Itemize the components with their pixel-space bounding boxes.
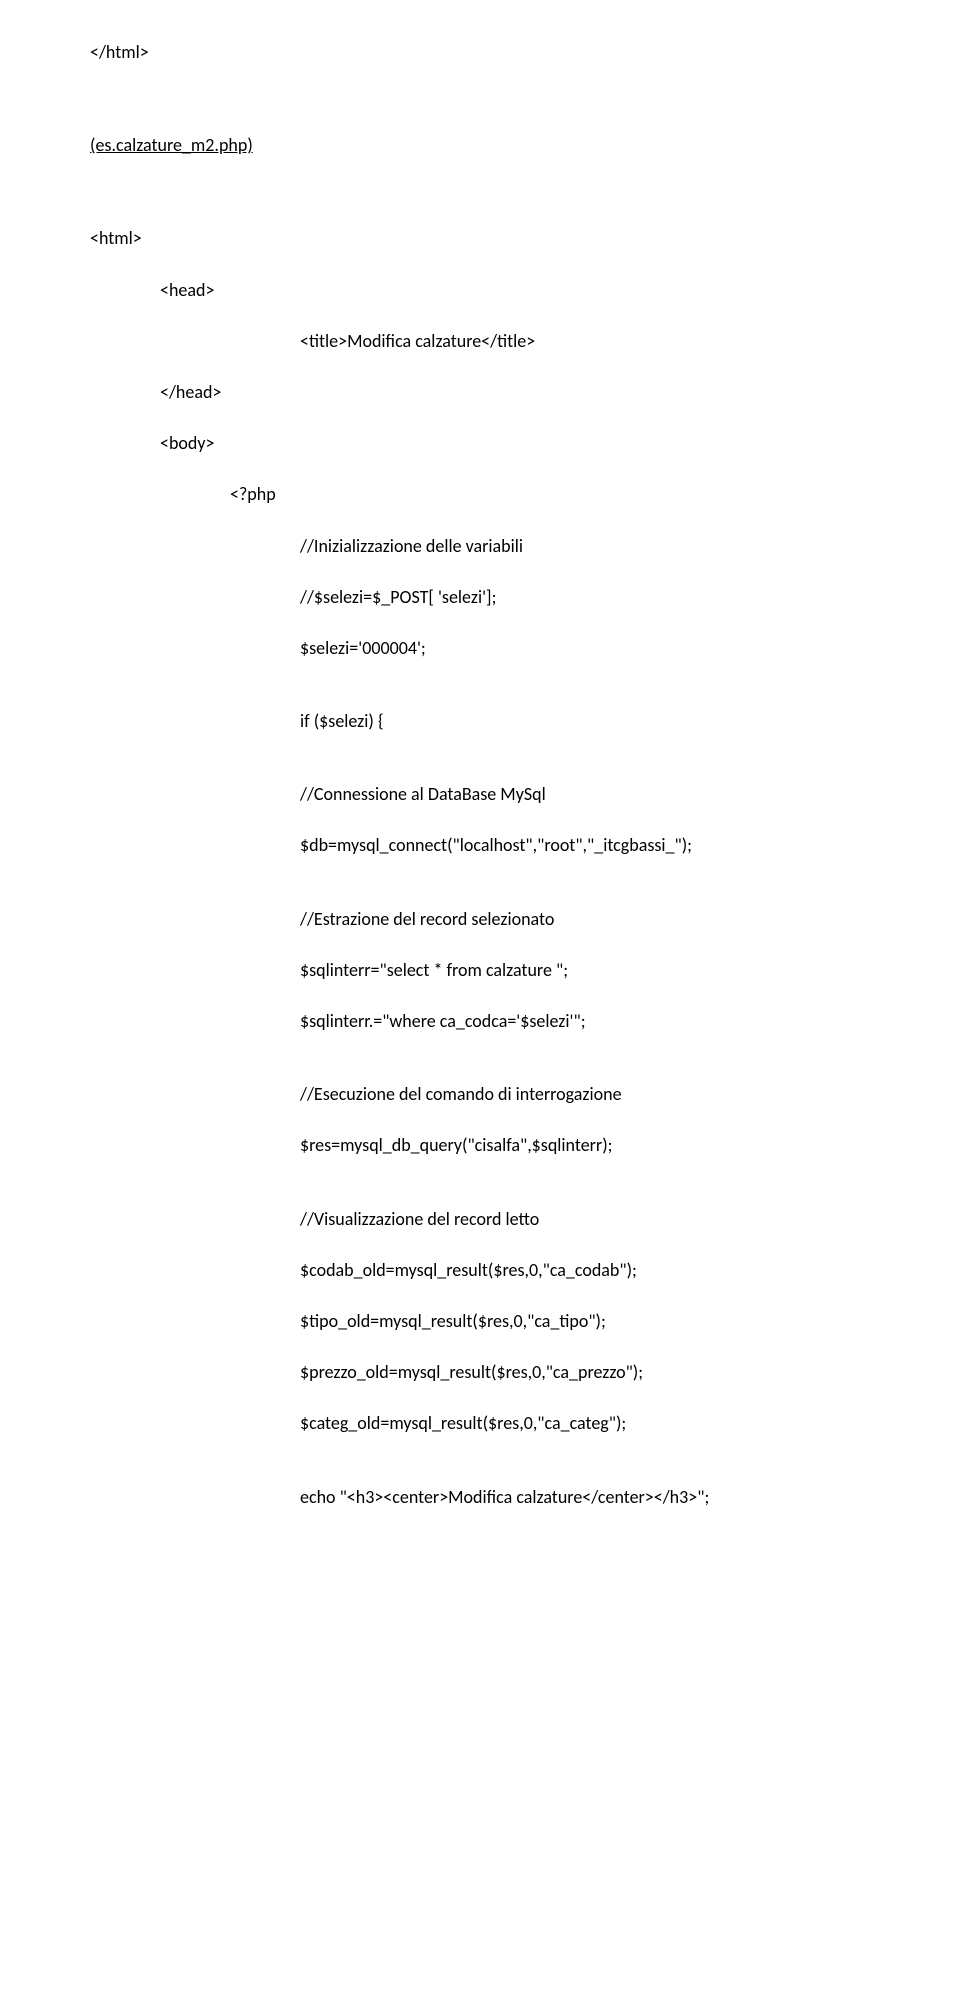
code-line: <title>Modifica calzature</title>: [90, 329, 870, 354]
code-text: $sqlinterr="select * from calzature ";: [300, 959, 568, 981]
code-text: //Inizializzazione delle variabili: [300, 535, 523, 557]
code-line: $prezzo_old=mysql_result($res,0,"ca_prez…: [90, 1360, 870, 1385]
code-line: <?php: [90, 482, 870, 507]
code-text: $res=mysql_db_query("cisalfa",$sqlinterr…: [300, 1134, 612, 1156]
code-line: echo "<h3><center>Modifica calzature</ce…: [90, 1485, 870, 1510]
code-text: //Visualizzazione del record letto: [300, 1208, 539, 1230]
spacing: [90, 464, 870, 482]
code-text: </html>: [90, 41, 149, 63]
code-text: <title>Modifica calzature</title>: [300, 330, 535, 352]
code-line: //Connessione al DataBase MySql: [90, 782, 870, 807]
spacing: [90, 669, 870, 709]
code-text: $sqlinterr.="where ca_codca='$selezi'";: [300, 1010, 586, 1032]
code-text: <head>: [160, 279, 214, 301]
code-text: echo "<h3><center>Modifica calzature</ce…: [300, 1486, 709, 1508]
code-line: //$selezi=$_POST[ 'selezi'];: [90, 585, 870, 610]
spacing: [90, 260, 870, 278]
code-text: (es.calzature_m2.php): [90, 134, 253, 156]
code-line: $res=mysql_db_query("cisalfa",$sqlinterr…: [90, 1133, 870, 1158]
code-text: $selezi='000004';: [300, 637, 426, 659]
code-line: $sqlinterr.="where ca_codca='$selezi'";: [90, 1009, 870, 1034]
spacing: [90, 311, 870, 329]
code-line: </head>: [90, 380, 870, 405]
spacing: [90, 166, 870, 226]
spacing: [90, 1342, 870, 1360]
code-text: $tipo_old=mysql_result($res,0,"ca_tipo")…: [300, 1310, 606, 1332]
spacing: [90, 815, 870, 833]
code-text: <?php: [230, 483, 276, 505]
code-line: $db=mysql_connect("localhost","root","_i…: [90, 833, 870, 858]
spacing: [90, 73, 870, 133]
code-text: </head>: [160, 381, 221, 403]
code-line: <html>: [90, 226, 870, 251]
spacing: [90, 516, 870, 534]
code-text: <body>: [160, 432, 214, 454]
spacing: [90, 1042, 870, 1082]
spacing: [90, 567, 870, 585]
code-text: $prezzo_old=mysql_result($res,0,"ca_prez…: [300, 1361, 643, 1383]
code-line: <body>: [90, 431, 870, 456]
spacing: [90, 1240, 870, 1258]
spacing: [90, 1445, 870, 1485]
code-text: $db=mysql_connect("localhost","root","_i…: [300, 834, 692, 856]
spacing: [90, 940, 870, 958]
spacing: [90, 362, 870, 380]
code-line: $categ_old=mysql_result($res,0,"ca_categ…: [90, 1411, 870, 1436]
code-line: (es.calzature_m2.php): [90, 133, 870, 158]
code-text: //Esecuzione del comando di interrogazio…: [300, 1083, 622, 1105]
code-text: //Estrazione del record selezionato: [300, 908, 554, 930]
spacing: [90, 1393, 870, 1411]
code-line: //Inizializzazione delle variabili: [90, 534, 870, 559]
code-text: if ($selezi) {: [300, 710, 384, 732]
spacing: [90, 413, 870, 431]
code-text: //Connessione al DataBase MySql: [300, 783, 546, 805]
spacing: [90, 1167, 870, 1207]
code-line: //Esecuzione del comando di interrogazio…: [90, 1082, 870, 1107]
spacing: [90, 618, 870, 636]
code-line: $sqlinterr="select * from calzature ";: [90, 958, 870, 983]
code-line: //Visualizzazione del record letto: [90, 1207, 870, 1232]
document-content: </html> (es.calzature_m2.php) <html> <head>…: [90, 40, 870, 1510]
code-text: $categ_old=mysql_result($res,0,"ca_categ…: [300, 1412, 626, 1434]
code-line: <head>: [90, 278, 870, 303]
spacing: [90, 742, 870, 782]
code-line: </html>: [90, 40, 870, 65]
code-text: //$selezi=$_POST[ 'selezi'];: [300, 586, 496, 608]
code-line: //Estrazione del record selezionato: [90, 907, 870, 932]
code-line: $selezi='000004';: [90, 636, 870, 661]
spacing: [90, 867, 870, 907]
code-text: <html>: [90, 227, 142, 249]
code-line: $tipo_old=mysql_result($res,0,"ca_tipo")…: [90, 1309, 870, 1334]
code-line: if ($selezi) {: [90, 709, 870, 734]
spacing: [90, 1115, 870, 1133]
spacing: [90, 991, 870, 1009]
code-line: $codab_old=mysql_result($res,0,"ca_codab…: [90, 1258, 870, 1283]
code-text: $codab_old=mysql_result($res,0,"ca_codab…: [300, 1259, 637, 1281]
spacing: [90, 1291, 870, 1309]
